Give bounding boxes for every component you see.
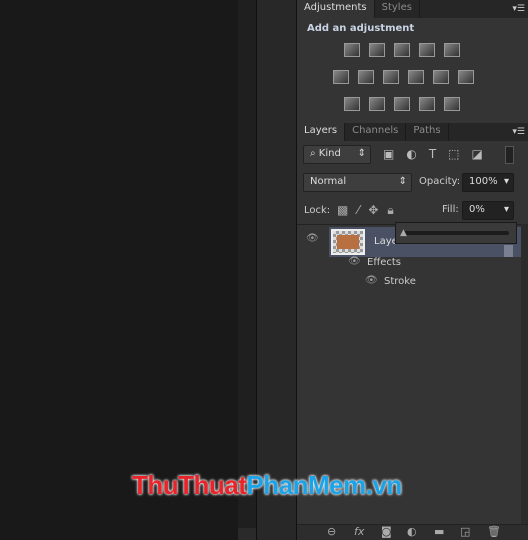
chevron-down-icon[interactable]: ▾ — [504, 176, 509, 187]
tab-layers[interactable]: Layers — [297, 123, 346, 141]
panel-menu-icon[interactable]: ▾☰ — [512, 127, 525, 137]
fill-slider-thumb[interactable]: ▲ — [400, 228, 407, 238]
layers-scrollbar[interactable] — [521, 224, 528, 524]
filter-smart-object-icon[interactable]: ◪ — [472, 147, 495, 161]
hue-saturation-icon[interactable] — [333, 70, 349, 84]
fill-input[interactable]: 0% ▾ — [462, 201, 514, 220]
panel-dock-strip — [256, 0, 296, 540]
lock-transparent-icon[interactable]: ▩ — [337, 203, 357, 217]
adjustment-icon[interactable]: ◐ — [407, 525, 417, 538]
watermark-part1: ThuThuat — [132, 470, 247, 500]
layer-thumb-fill — [337, 235, 359, 249]
folder-icon[interactable]: ▬ — [434, 525, 444, 538]
filter-adjustment-icon[interactable]: ◐ — [406, 147, 428, 161]
opacity-value: 100% — [469, 176, 498, 187]
color-lookup-icon[interactable] — [458, 70, 474, 84]
channel-mixer-icon[interactable] — [433, 70, 449, 84]
filter-toggle[interactable] — [505, 146, 514, 164]
search-icon: ⌕ — [310, 148, 319, 159]
scrollbar-corner — [238, 528, 256, 540]
lock-all-icon[interactable]: 🔒︎ — [387, 203, 402, 217]
updown-icon: ⇕ — [398, 176, 407, 187]
blend-mode-value: Normal — [310, 176, 347, 187]
photo-filter-icon[interactable] — [408, 70, 424, 84]
brightness-contrast-icon[interactable] — [344, 43, 360, 57]
watermark-part2: PhanMem.vn — [246, 470, 402, 500]
levels-icon[interactable] — [369, 43, 385, 57]
tab-styles[interactable]: Styles — [375, 0, 420, 18]
effects-eye-icon[interactable]: 👁︎ — [348, 256, 361, 267]
tab-paths[interactable]: Paths — [406, 123, 449, 141]
trash-icon[interactable]: 🗑︎ — [487, 525, 501, 538]
effect-stroke[interactable]: Stroke — [384, 276, 416, 287]
opacity-input[interactable]: 100% ▾ — [462, 173, 514, 192]
selective-color-icon[interactable] — [419, 97, 435, 111]
watermark-logo: ThuThuatPhanMem.vn — [132, 470, 402, 501]
chevron-down-icon[interactable]: ▾ — [504, 204, 509, 215]
threshold-icon[interactable] — [394, 97, 410, 111]
filter-shape-icon[interactable]: ⬚ — [448, 147, 471, 161]
stroke-eye-icon[interactable]: 👁︎ — [365, 275, 378, 286]
updown-icon: ⇕ — [357, 148, 366, 159]
exposure-icon[interactable] — [419, 43, 435, 57]
fill-value: 0% — [469, 204, 485, 215]
effects-label: Effects — [367, 257, 401, 268]
invert-icon[interactable] — [344, 97, 360, 111]
canvas-scroll-area — [238, 0, 256, 540]
curves-icon[interactable] — [394, 43, 410, 57]
layers-tabs: Layers Channels Paths ▾☰ — [297, 123, 528, 141]
filter-kind-value: Kind — [318, 148, 341, 159]
filter-kind-select[interactable]: ⌕ Kind ⇕ — [303, 145, 371, 164]
scrollbar-thumb[interactable] — [504, 245, 513, 257]
black-white-icon[interactable] — [383, 70, 399, 84]
fx-icon[interactable]: fx — [354, 525, 364, 538]
opacity-label: Opacity: — [419, 176, 461, 187]
lock-move-icon[interactable]: ✥ — [368, 203, 387, 217]
layer-thumbnail — [331, 229, 365, 255]
lock-label: Lock: — [304, 205, 331, 216]
posterize-icon[interactable] — [369, 97, 385, 111]
fill-slider-popup: ▲ — [395, 222, 517, 244]
panel-menu-icon[interactable]: ▾☰ — [512, 4, 525, 14]
filter-pixel-icon[interactable]: ▣ — [383, 147, 406, 161]
layers-footer: ⊖ fx ◙ ◐ ▬ ◲ 🗑︎ — [297, 524, 528, 540]
tab-channels[interactable]: Channels — [345, 123, 407, 141]
gradient-map-icon[interactable] — [444, 97, 460, 111]
document-canvas[interactable] — [0, 0, 238, 540]
link-icon[interactable]: ⊖ — [327, 525, 336, 538]
panels-dock: Adjustments Styles ▾☰ Add an adjustment … — [296, 0, 528, 540]
vibrance-icon[interactable] — [444, 43, 460, 57]
visibility-eye-icon[interactable]: 👁︎ — [306, 233, 319, 244]
adjustments-heading: Add an adjustment — [307, 23, 415, 34]
filter-type-icon[interactable]: T — [429, 147, 448, 161]
color-balance-icon[interactable] — [358, 70, 374, 84]
fill-label: Fill: — [442, 204, 459, 215]
fill-slider-track[interactable] — [403, 231, 509, 235]
tab-adjustments[interactable]: Adjustments — [297, 0, 375, 18]
adjustments-tabs: Adjustments Styles ▾☰ — [297, 0, 528, 18]
new-layer-icon[interactable]: ◲ — [460, 525, 470, 538]
blend-mode-select[interactable]: Normal ⇕ — [303, 173, 412, 192]
lock-paint-icon[interactable]: ⁄ — [357, 203, 368, 217]
mask-icon[interactable]: ◙ — [381, 525, 392, 538]
